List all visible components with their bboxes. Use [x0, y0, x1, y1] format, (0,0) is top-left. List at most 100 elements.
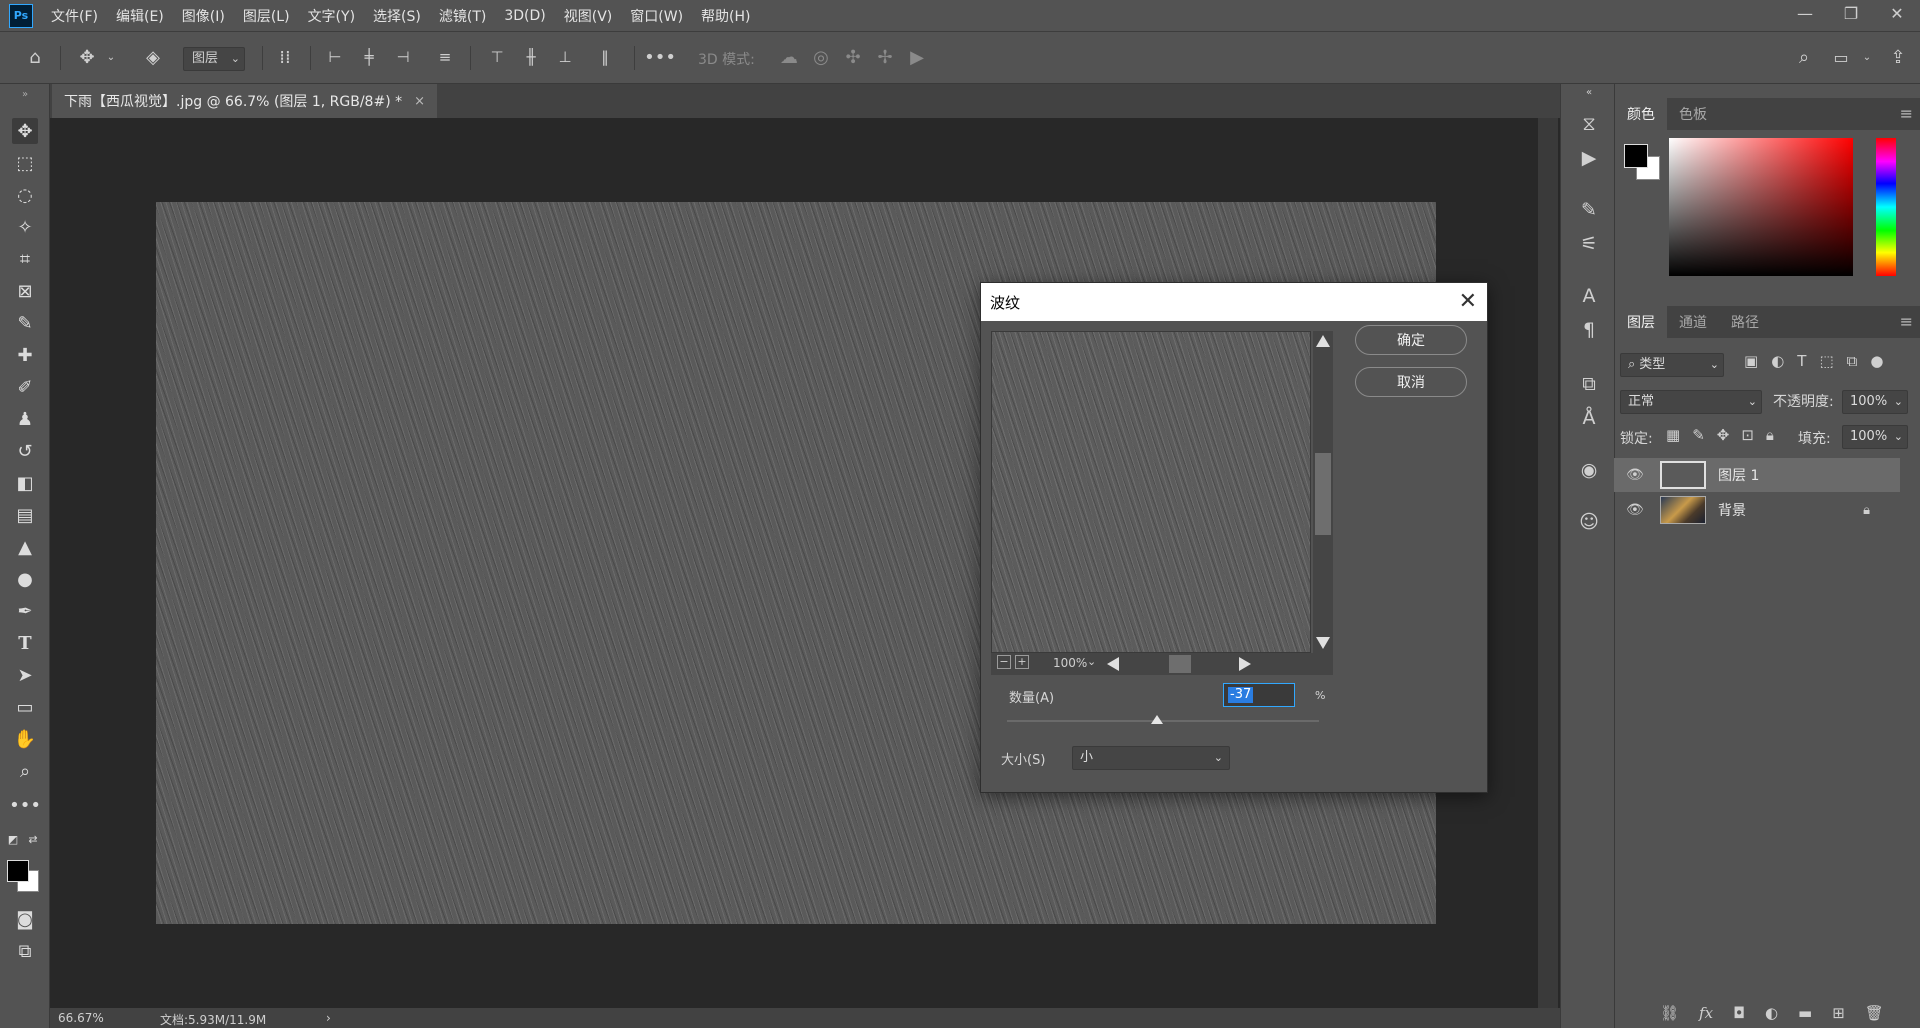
chevron-down-icon[interactable]: ⌄	[104, 44, 118, 70]
lock-artboard-icon[interactable]: ⊡	[1741, 426, 1754, 444]
document-tab[interactable]: 下雨【西瓜视觉】.jpg @ 66.7% (图层 1, RGB/8#) * ×	[52, 84, 438, 118]
tab-layers[interactable]: 图层	[1615, 306, 1667, 338]
swap-colors-icon[interactable]: ⇄	[26, 832, 40, 846]
scroll-right-icon[interactable]	[1239, 657, 1251, 671]
new-layer-icon[interactable]: ⊞	[1832, 1004, 1845, 1022]
panel-menu-icon[interactable]: ≡	[1900, 312, 1913, 331]
smartobject-filter-icon[interactable]: ⧉	[1847, 352, 1858, 370]
menu-filter[interactable]: 滤镜(T)	[439, 6, 486, 26]
dialog-titlebar[interactable]: 波纹 ✕	[981, 283, 1487, 321]
move-tool-icon[interactable]: ✥	[12, 118, 38, 144]
adjustment-filter-icon[interactable]: ◐	[1771, 352, 1784, 370]
zoom-in-icon[interactable]: +	[1015, 655, 1029, 669]
zoom-level[interactable]: 66.67%	[58, 1011, 104, 1025]
magic-wand-tool-icon[interactable]: ✧	[12, 214, 38, 240]
menu-3d[interactable]: 3D(D)	[504, 8, 545, 24]
history-panel-icon[interactable]: ⧖	[1575, 110, 1603, 138]
align-center-h-icon[interactable]: ╪	[356, 44, 382, 70]
fx-icon[interactable]: fx	[1699, 1004, 1713, 1022]
amount-slider-knob[interactable]	[1151, 715, 1164, 724]
3d-roll-icon[interactable]: ◎	[808, 44, 834, 70]
scroll-up-icon[interactable]	[1316, 335, 1330, 347]
distribute-h-icon[interactable]: ≡	[432, 44, 458, 70]
healing-brush-tool-icon[interactable]: ✚	[12, 342, 38, 368]
chevron-down-icon[interactable]: ⌄	[1860, 44, 1874, 70]
fill-input[interactable]: 100% ⌄	[1842, 425, 1908, 449]
3d-camera-icon[interactable]: ▶	[904, 44, 930, 70]
layer-row[interactable]: 👁︎ 背景 🔒︎	[1614, 493, 1900, 527]
eyedropper-tool-icon[interactable]: ✎	[12, 310, 38, 336]
pen-tool-icon[interactable]: ✒	[12, 598, 38, 624]
rectangle-tool-icon[interactable]: ▭	[12, 694, 38, 720]
type-tool-icon[interactable]: T	[12, 630, 38, 656]
3d-slide-icon[interactable]: ✢	[872, 44, 898, 70]
libraries-panel-icon[interactable]: ◉	[1575, 456, 1603, 484]
menu-edit[interactable]: 编辑(E)	[116, 6, 164, 26]
close-icon[interactable]: ✕	[1459, 289, 1477, 314]
close-tab-icon[interactable]: ×	[414, 94, 425, 109]
preview-hscroll-thumb[interactable]	[1169, 655, 1191, 673]
hand-tool-icon[interactable]: ✋	[12, 726, 38, 752]
quick-mask-icon[interactable]: ◙	[12, 906, 38, 932]
align-right-icon[interactable]: ⊣	[390, 44, 416, 70]
size-dropdown[interactable]: 小 ⌄	[1072, 746, 1230, 770]
add-mask-icon[interactable]: ◘	[1733, 1004, 1745, 1022]
filter-preview[interactable]	[991, 331, 1311, 653]
brush-tool-icon[interactable]: ✐	[12, 374, 38, 400]
glyphs-panel-icon[interactable]: Å	[1575, 404, 1603, 432]
auto-select-icon[interactable]: ◈	[138, 44, 168, 70]
menu-select[interactable]: 选择(S)	[373, 6, 421, 26]
canvas-scrollbar[interactable]	[1538, 118, 1558, 1010]
visibility-eye-icon[interactable]: 👁︎	[1626, 467, 1646, 483]
tab-channels[interactable]: 通道	[1667, 306, 1719, 338]
expand-icon[interactable]: «	[1575, 86, 1603, 98]
dodge-tool-icon[interactable]: ●	[12, 566, 38, 592]
scroll-left-icon[interactable]	[1107, 657, 1119, 671]
brushes-panel-icon[interactable]: ✎	[1575, 196, 1603, 224]
adjustments-panel-icon[interactable]: ⚟	[1575, 230, 1603, 258]
amount-input[interactable]: -37	[1223, 683, 1295, 707]
tab-color[interactable]: 颜色	[1615, 98, 1667, 130]
zoom-tool-icon[interactable]: ⌕	[12, 758, 38, 784]
minimize-button[interactable]: —	[1782, 0, 1828, 26]
panel-menu-icon[interactable]: ≡	[1900, 104, 1913, 123]
3d-orbit-icon[interactable]: ☁	[776, 44, 802, 70]
preview-scroll-thumb[interactable]	[1315, 453, 1331, 535]
delete-layer-icon[interactable]: 🗑︎	[1865, 1004, 1884, 1022]
visibility-eye-icon[interactable]: 👁︎	[1626, 502, 1646, 518]
foreground-color-swatch[interactable]	[7, 860, 29, 882]
blur-tool-icon[interactable]: ▲	[12, 534, 38, 560]
ok-button[interactable]: 确定	[1355, 325, 1467, 355]
menu-file[interactable]: 文件(F)	[51, 6, 98, 26]
clone-stamp-tool-icon[interactable]: ♟	[12, 406, 38, 432]
default-colors-icon[interactable]: ◩	[6, 832, 20, 846]
more-options-icon[interactable]: •••	[644, 44, 676, 70]
path-selection-tool-icon[interactable]: ➤	[12, 662, 38, 688]
panel-foreground-swatch[interactable]	[1624, 144, 1648, 168]
filter-kind-dropdown[interactable]: ⌕ 类型 ⌄	[1620, 353, 1724, 377]
actions-panel-icon[interactable]: ▶	[1575, 144, 1603, 172]
history-brush-tool-icon[interactable]: ↺	[12, 438, 38, 464]
share-icon[interactable]: ⇪	[1884, 44, 1912, 70]
align-bottom-icon[interactable]: ⊥	[552, 44, 578, 70]
restore-button[interactable]: ❐	[1828, 0, 1874, 26]
distribute-v-icon[interactable]: ‖	[592, 44, 618, 70]
menu-image[interactable]: 图像(I)	[182, 6, 225, 26]
image-filter-icon[interactable]: ▣	[1744, 352, 1758, 370]
chevron-down-icon[interactable]: ⌄	[1087, 655, 1096, 668]
search-icon[interactable]: ⌕	[1790, 44, 1818, 70]
menu-type[interactable]: 文字(Y)	[308, 6, 355, 26]
layer-name[interactable]: 图层 1	[1718, 465, 1759, 485]
move-tool-icon[interactable]: ✥	[72, 44, 102, 70]
menu-help[interactable]: 帮助(H)	[701, 6, 750, 26]
new-group-icon[interactable]: ▬	[1798, 1004, 1812, 1022]
gradient-tool-icon[interactable]: ▤	[12, 502, 38, 528]
frame-tool-icon[interactable]: ⊠	[12, 278, 38, 304]
auto-select-dropdown[interactable]: 图层 ⌄	[183, 47, 245, 71]
shape-filter-icon[interactable]: ⬚	[1819, 352, 1833, 370]
layer-name[interactable]: 背景	[1718, 500, 1746, 520]
crop-tool-icon[interactable]: ⌗	[12, 246, 38, 272]
eraser-tool-icon[interactable]: ◧	[12, 470, 38, 496]
adjustment-layer-icon[interactable]: ◐	[1765, 1004, 1778, 1022]
scroll-down-icon[interactable]	[1316, 637, 1330, 649]
